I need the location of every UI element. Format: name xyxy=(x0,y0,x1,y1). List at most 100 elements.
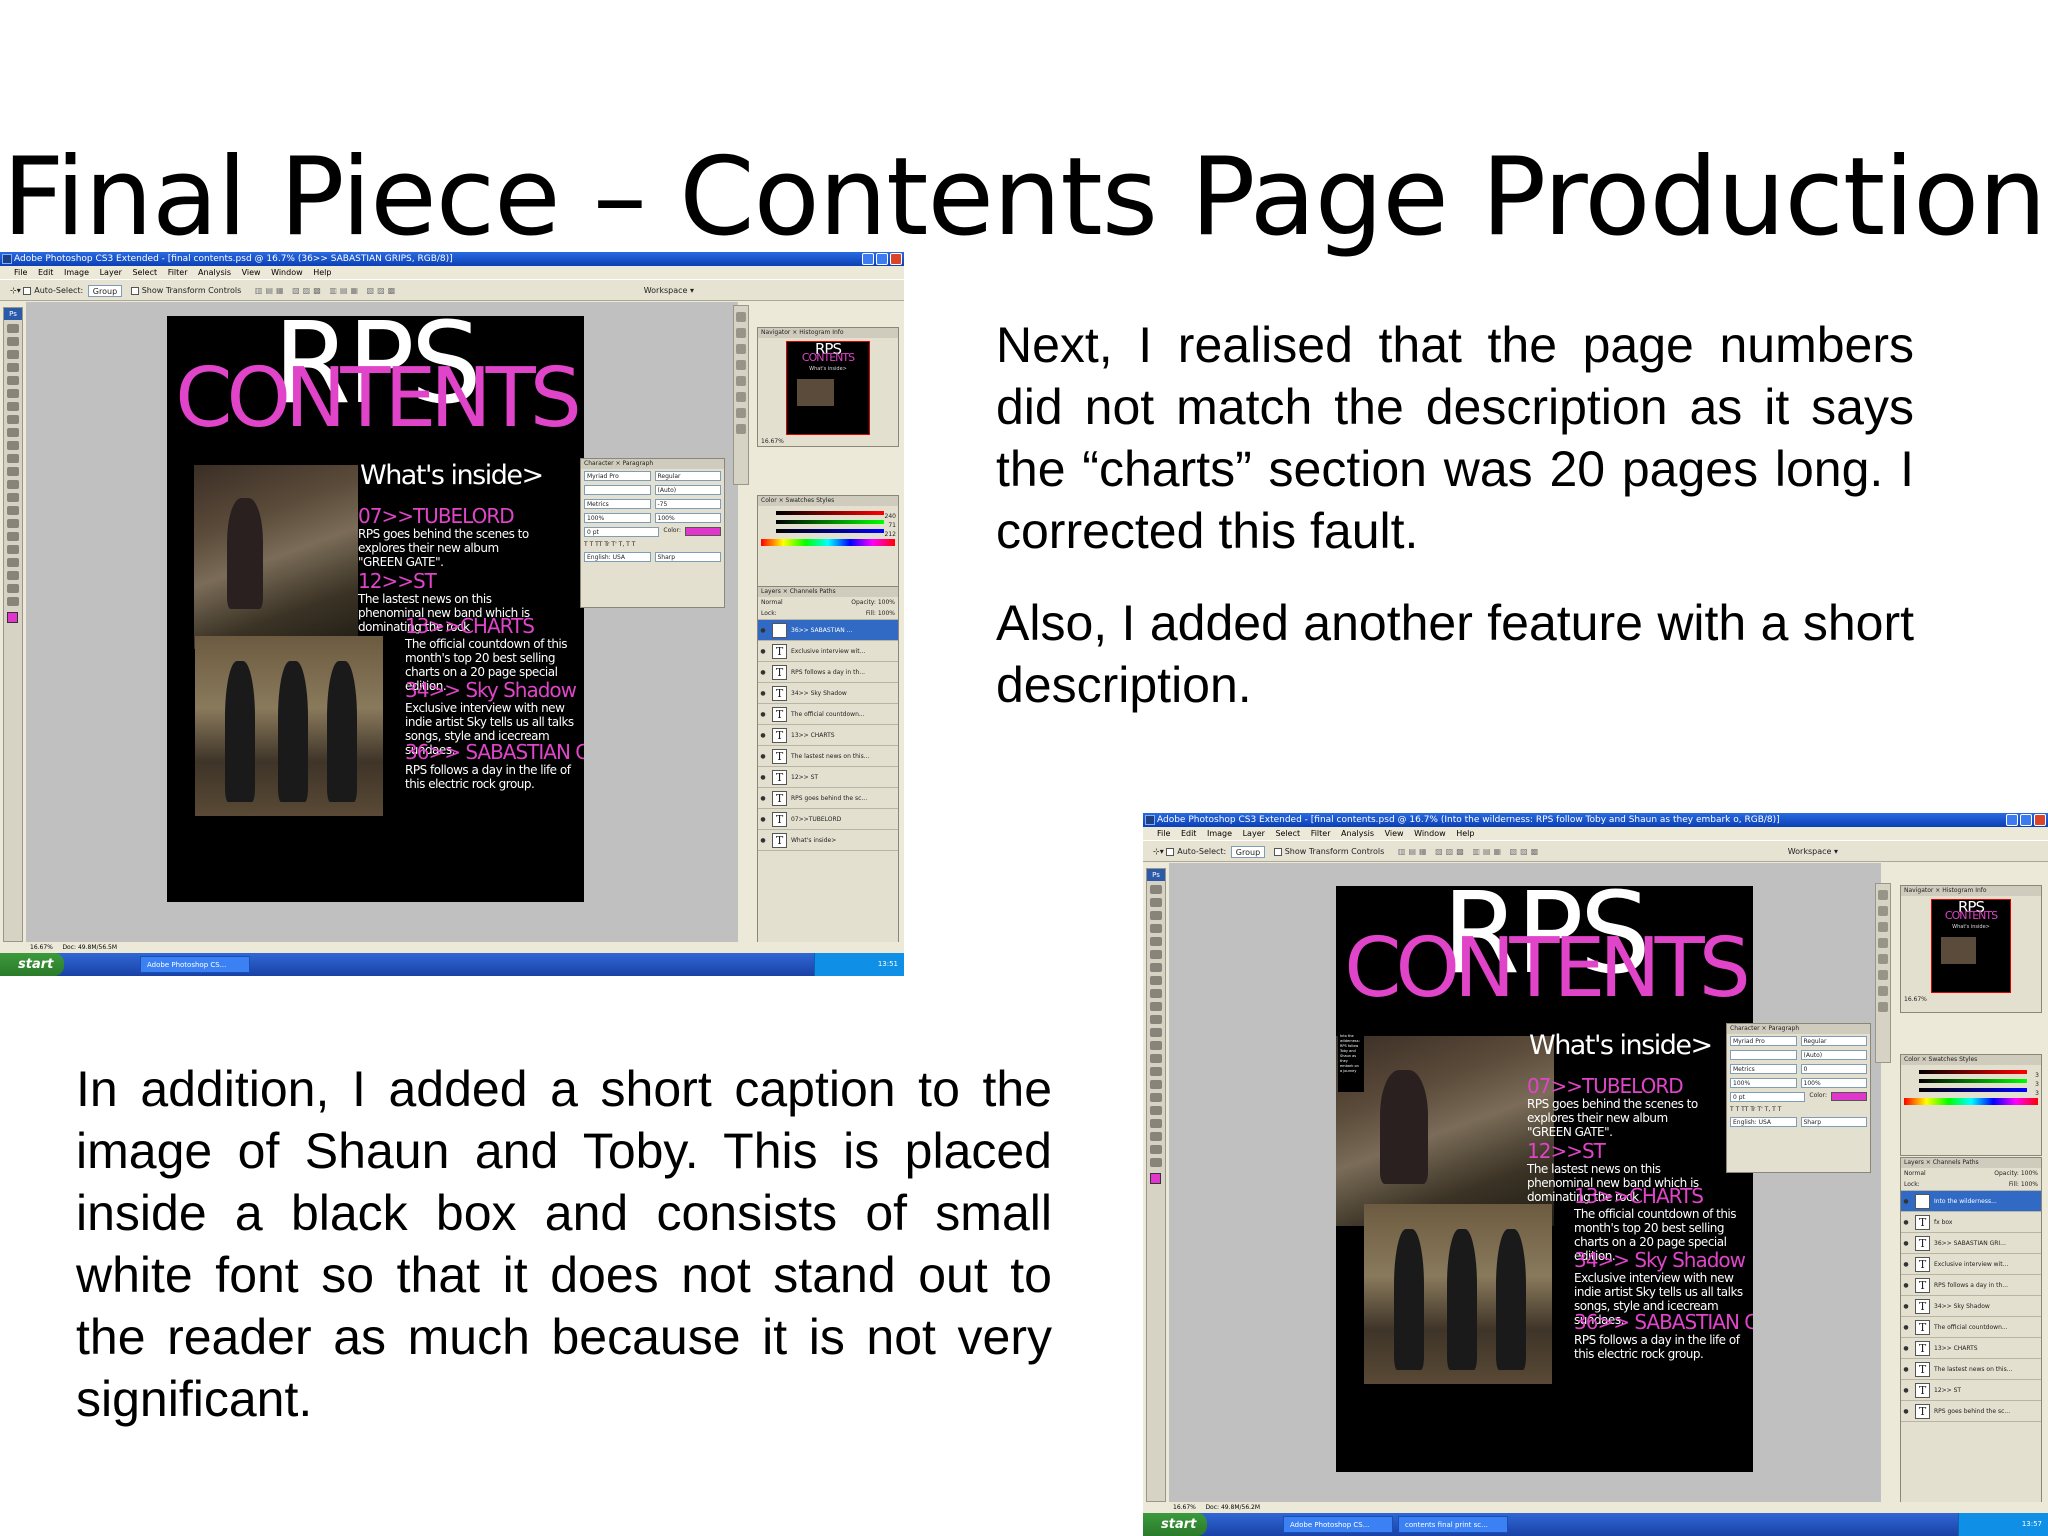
hand-tool-icon[interactable] xyxy=(7,584,19,593)
character-icon[interactable] xyxy=(1878,970,1888,980)
layer-row[interactable]: ● T What's inside> xyxy=(758,830,898,851)
navigator-thumbnail[interactable]: RPS CONTENTS What's inside> xyxy=(1931,899,2011,993)
type-tool-icon[interactable] xyxy=(7,519,19,528)
visibility-eye-icon[interactable]: ● xyxy=(1901,1387,1911,1394)
visibility-eye-icon[interactable]: ● xyxy=(1901,1219,1911,1226)
visibility-eye-icon[interactable]: ● xyxy=(758,648,768,655)
history-icon[interactable] xyxy=(1878,890,1888,900)
menu-edit[interactable]: Edit xyxy=(1181,829,1197,838)
maximize-button[interactable] xyxy=(876,253,888,265)
crop-tool-icon[interactable] xyxy=(7,376,19,385)
red-value[interactable]: 240 xyxy=(885,513,896,520)
red-slider[interactable] xyxy=(1919,1070,2027,1074)
menu-filter[interactable]: Filter xyxy=(168,268,188,277)
text-style-buttons[interactable]: T T TT Tr T' T, T T xyxy=(581,539,724,550)
color-spectrum[interactable] xyxy=(1904,1098,2038,1105)
tracking-field[interactable]: -75 xyxy=(654,499,721,509)
baseline-shift-field[interactable]: 0 pt xyxy=(584,527,660,537)
actions-icon[interactable] xyxy=(1878,906,1888,916)
workspace-menu[interactable]: Workspace ▾ xyxy=(644,280,694,302)
magazine-contents-page[interactable]: Into the wilderness: RPS follow Toby and… xyxy=(1336,886,1753,1472)
slice-tool-icon[interactable] xyxy=(1150,950,1162,959)
tools-icon[interactable] xyxy=(736,344,746,354)
paragraph-icon[interactable] xyxy=(1878,986,1888,996)
menu-file[interactable]: File xyxy=(1157,829,1170,838)
visibility-eye-icon[interactable]: ● xyxy=(758,774,768,781)
align-icons[interactable]: ▥▤▦ ▧▨▩ ▥▤▦ ▧▨▩ xyxy=(1387,847,1541,856)
navigator-tabs[interactable]: Navigator × Histogram Info xyxy=(1901,886,2041,896)
language-select[interactable]: English: USA xyxy=(584,552,651,562)
blue-slider[interactable] xyxy=(776,529,884,533)
menu-analysis[interactable]: Analysis xyxy=(198,268,231,277)
eyedropper-tool-icon[interactable] xyxy=(7,571,19,580)
menu-image[interactable]: Image xyxy=(64,268,89,277)
font-style-select[interactable]: Regular xyxy=(1800,1036,1867,1046)
visibility-eye-icon[interactable]: ● xyxy=(1901,1345,1911,1352)
fill-field[interactable]: Fill: 100% xyxy=(2009,1181,2038,1188)
visibility-eye-icon[interactable]: ● xyxy=(1901,1408,1911,1415)
actions-icon[interactable] xyxy=(736,328,746,338)
menu-view[interactable]: View xyxy=(242,268,261,277)
font-size-field[interactable] xyxy=(1730,1050,1797,1060)
leading-field[interactable]: (Auto) xyxy=(654,485,721,495)
menu-layer[interactable]: Layer xyxy=(100,268,122,277)
leading-field[interactable]: (Auto) xyxy=(1800,1050,1867,1060)
brushes-icon[interactable] xyxy=(1878,938,1888,948)
dodge-tool-icon[interactable] xyxy=(1150,1054,1162,1063)
kerning-field[interactable]: Metrics xyxy=(584,499,651,509)
lasso-tool-icon[interactable] xyxy=(7,350,19,359)
gradient-tool-icon[interactable] xyxy=(7,467,19,476)
tools-icon[interactable] xyxy=(1878,922,1888,932)
close-button[interactable] xyxy=(890,253,902,265)
minimize-button[interactable] xyxy=(2006,814,2018,826)
horizontal-scale-field[interactable]: 100% xyxy=(1800,1078,1867,1088)
menu-window[interactable]: Window xyxy=(1414,829,1446,838)
layer-row[interactable]: ● T The official countdown... xyxy=(1901,1317,2041,1338)
font-style-select[interactable]: Regular xyxy=(654,471,721,481)
layer-row[interactable]: ● T 13>> CHARTS xyxy=(758,725,898,746)
history-brush-tool-icon[interactable] xyxy=(1150,1002,1162,1011)
visibility-eye-icon[interactable]: ● xyxy=(758,627,768,634)
blue-value[interactable]: 212 xyxy=(885,531,896,538)
layer-row[interactable]: ● T RPS follows a day in th... xyxy=(758,662,898,683)
horizontal-scale-field[interactable]: 100% xyxy=(654,513,721,523)
dodge-tool-icon[interactable] xyxy=(7,493,19,502)
green-slider[interactable] xyxy=(776,520,884,524)
layer-row[interactable]: ● T 34>> Sky Shadow xyxy=(758,683,898,704)
foreground-color-swatch[interactable] xyxy=(1150,1173,1161,1184)
font-family-select[interactable]: Myriad Pro xyxy=(584,471,651,481)
hand-tool-icon[interactable] xyxy=(1150,1145,1162,1154)
foreground-color-swatch[interactable] xyxy=(7,612,18,623)
color-tabs[interactable]: Color × Swatches Styles xyxy=(1901,1055,2041,1065)
menu-select[interactable]: Select xyxy=(132,268,157,277)
menu-select[interactable]: Select xyxy=(1275,829,1300,838)
character-icon[interactable] xyxy=(736,392,746,402)
language-select[interactable]: English: USA xyxy=(1730,1117,1797,1127)
brush-tool-icon[interactable] xyxy=(1150,976,1162,985)
minimize-button[interactable] xyxy=(862,253,874,265)
visibility-eye-icon[interactable]: ● xyxy=(1901,1324,1911,1331)
shape-tool-icon[interactable] xyxy=(1150,1106,1162,1115)
canvas-area[interactable]: RPS CONTENTS What's inside> 07>>TUBELORD… xyxy=(26,302,738,942)
color-tabs[interactable]: Color × Swatches Styles xyxy=(758,496,898,506)
transform-controls-checkbox[interactable] xyxy=(1273,847,1282,856)
layer-row[interactable]: ● T 12>> ST xyxy=(1901,1380,2041,1401)
auto-select-checkbox[interactable] xyxy=(1166,847,1175,856)
move-tool-icon[interactable] xyxy=(1150,885,1162,894)
marquee-tool-icon[interactable] xyxy=(1150,898,1162,907)
tracking-field[interactable]: 0 xyxy=(1800,1064,1867,1074)
visibility-eye-icon[interactable]: ● xyxy=(1901,1240,1911,1247)
maximize-button[interactable] xyxy=(2020,814,2032,826)
start-button[interactable]: start xyxy=(0,953,64,976)
layer-row[interactable]: ● T RPS goes behind the sc... xyxy=(758,788,898,809)
baseline-shift-field[interactable]: 0 pt xyxy=(1730,1092,1806,1102)
eyedropper-tool-icon[interactable] xyxy=(1150,1132,1162,1141)
visibility-eye-icon[interactable]: ● xyxy=(758,837,768,844)
blend-mode-select[interactable]: Normal xyxy=(1904,1170,1926,1177)
layer-row[interactable]: ● T Exclusive interview wit... xyxy=(1901,1254,2041,1275)
layer-row[interactable]: ● T RPS follows a day in th... xyxy=(1901,1275,2041,1296)
move-tool-icon[interactable]: ⊹▾ xyxy=(10,286,21,295)
visibility-eye-icon[interactable]: ● xyxy=(758,711,768,718)
eraser-tool-icon[interactable] xyxy=(1150,1015,1162,1024)
auto-select-checkbox[interactable] xyxy=(23,286,32,295)
